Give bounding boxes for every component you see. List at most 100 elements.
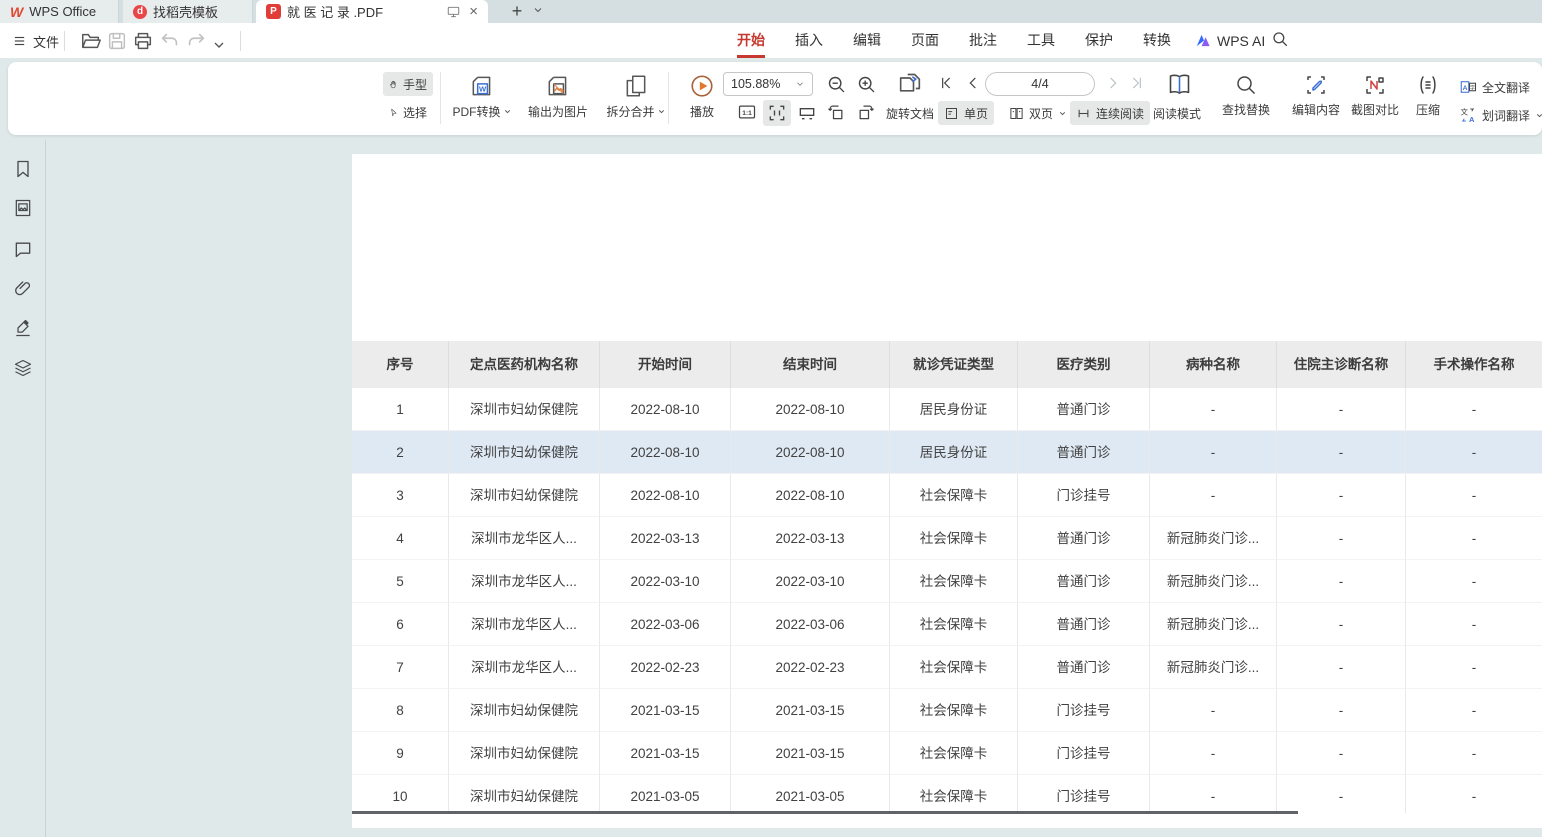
menu-search-icon[interactable]: [1271, 30, 1289, 48]
zoom-out-icon[interactable]: [826, 74, 847, 95]
menu-item-1[interactable]: 插入: [795, 23, 823, 58]
quickbar-chevron-icon[interactable]: [211, 34, 227, 56]
last-page-icon[interactable]: [1129, 75, 1145, 91]
table-cell: 深圳市龙华区人...: [449, 603, 600, 646]
first-page-icon[interactable]: [938, 75, 954, 91]
tab-wps-office[interactable]: W WPS Office: [0, 0, 119, 23]
table-cell: 居民身份证: [890, 388, 1018, 431]
actual-size-icon[interactable]: 1:1: [737, 102, 757, 122]
table-header-cell-1: 定点医药机构名称: [449, 341, 600, 388]
save-icon[interactable]: [106, 30, 128, 52]
table-row: 2深圳市妇幼保健院2022-08-102022-08-10居民身份证普通门诊--…: [352, 431, 1542, 474]
select-tool-button[interactable]: 选择: [383, 100, 433, 124]
prev-page-icon[interactable]: [965, 75, 981, 91]
pdf-convert-button[interactable]: W PDF转换: [446, 73, 518, 120]
find-replace-label: 查找替换: [1222, 101, 1270, 118]
table-cell: 深圳市龙华区人...: [449, 560, 600, 603]
menu-item-0[interactable]: 开始: [737, 23, 765, 58]
new-tab-button[interactable]: +: [505, 0, 529, 23]
continuous-read-label: 连续阅读: [1096, 105, 1144, 122]
word-translation-button[interactable]: 文A 划词翻译: [1453, 103, 1542, 127]
monitor-icon[interactable]: [446, 5, 461, 19]
table-cell: -: [1406, 732, 1542, 775]
pdf-convert-label: PDF转换: [452, 103, 500, 120]
table-cell: -: [1406, 646, 1542, 689]
open-file-icon[interactable]: [80, 30, 102, 52]
table-cell: 普通门诊: [1018, 431, 1150, 474]
table-cell: 2022-03-06: [600, 603, 731, 646]
rotate-left-icon[interactable]: [826, 102, 846, 122]
bookmark-icon[interactable]: [13, 159, 33, 179]
read-mode-label[interactable]: 阅读模式: [1153, 105, 1201, 122]
table-cell: 普通门诊: [1018, 603, 1150, 646]
signature-icon[interactable]: [13, 318, 33, 338]
screenshot-compare-button[interactable]: 截图对比: [1344, 73, 1406, 118]
table-cell: 社会保障卡: [890, 560, 1018, 603]
fit-page-icon[interactable]: [797, 102, 817, 122]
rotate-pages-icon[interactable]: [896, 71, 924, 99]
fit-width-button[interactable]: [763, 100, 791, 126]
continuous-read-icon: [1076, 106, 1091, 121]
double-page-button[interactable]: 双页: [1003, 101, 1073, 125]
table-cell: 新冠肺炎门诊...: [1150, 517, 1277, 560]
find-replace-button[interactable]: 查找替换: [1214, 73, 1278, 118]
continuous-read-button[interactable]: 连续阅读: [1070, 101, 1150, 125]
table-header-cell-4: 就诊凭证类型: [890, 341, 1018, 388]
tab-list-chevron-icon[interactable]: [532, 4, 544, 16]
undo-icon[interactable]: [159, 30, 181, 52]
table-cell: 门诊挂号: [1018, 474, 1150, 517]
layers-icon[interactable]: [13, 358, 33, 378]
file-menu-button[interactable]: 文件: [12, 29, 59, 53]
chevron-down-icon: [657, 107, 666, 116]
wps-ai-button[interactable]: WPS AI: [1196, 23, 1265, 58]
tab-close-icon[interactable]: ×: [469, 3, 478, 20]
table-cell: 2022-02-23: [731, 646, 890, 689]
comment-icon[interactable]: [13, 239, 33, 259]
redo-icon[interactable]: [185, 30, 207, 52]
table-cell: 7: [352, 646, 449, 689]
screenshot-compare-label: 截图对比: [1351, 101, 1399, 118]
chevron-down-icon: [795, 79, 805, 89]
attachment-icon[interactable]: [13, 278, 33, 298]
menu-item-6[interactable]: 保护: [1085, 23, 1113, 58]
menu-item-4[interactable]: 批注: [969, 23, 997, 58]
compress-button[interactable]: 压缩: [1406, 73, 1450, 118]
play-button[interactable]: 播放: [676, 73, 728, 120]
table-cell: -: [1150, 775, 1277, 813]
table-cell: 社会保障卡: [890, 517, 1018, 560]
left-panel-rail: [0, 140, 45, 837]
full-translation-button[interactable]: A字 全文翻译: [1453, 75, 1536, 99]
split-merge-button[interactable]: 拆分合并: [598, 73, 674, 120]
rotate-doc-label[interactable]: 旋转文档: [886, 105, 934, 122]
hand-icon: [389, 77, 398, 92]
zoom-level-select[interactable]: 105.88%: [723, 72, 813, 96]
next-page-icon[interactable]: [1105, 75, 1121, 91]
menu-item-3[interactable]: 页面: [911, 23, 939, 58]
wps-ai-logo-icon: [1196, 33, 1212, 48]
table-cell: 普通门诊: [1018, 646, 1150, 689]
menu-item-5[interactable]: 工具: [1027, 23, 1055, 58]
edit-content-icon: [1304, 73, 1328, 97]
hand-tool-button[interactable]: 手型: [383, 72, 433, 96]
edit-content-button[interactable]: 编辑内容: [1284, 73, 1348, 118]
read-mode-icon[interactable]: [1166, 71, 1193, 98]
print-icon[interactable]: [132, 30, 154, 52]
table-cell: 普通门诊: [1018, 388, 1150, 431]
rotate-right-icon[interactable]: [856, 102, 876, 122]
pdf-convert-icon: W: [469, 73, 495, 99]
export-image-button[interactable]: 输出为图片: [522, 73, 594, 120]
page-number-input[interactable]: 4/4: [985, 72, 1095, 96]
svg-text:字: 字: [1470, 83, 1475, 91]
table-cell: 普通门诊: [1018, 517, 1150, 560]
zoom-in-icon[interactable]: [856, 74, 877, 95]
thumbnail-icon[interactable]: [13, 198, 33, 218]
tab-docer[interactable]: d 找稻壳模板: [123, 0, 253, 23]
tab-document[interactable]: P 就 医 记 录 .PDF ×: [256, 0, 488, 23]
single-page-button[interactable]: 单页: [938, 101, 994, 125]
table-cell: 8: [352, 689, 449, 732]
single-page-icon: [944, 106, 959, 121]
table-cell: 社会保障卡: [890, 689, 1018, 732]
table-cell: -: [1406, 603, 1542, 646]
menu-item-7[interactable]: 转换: [1143, 23, 1171, 58]
menu-item-2[interactable]: 编辑: [853, 23, 881, 58]
